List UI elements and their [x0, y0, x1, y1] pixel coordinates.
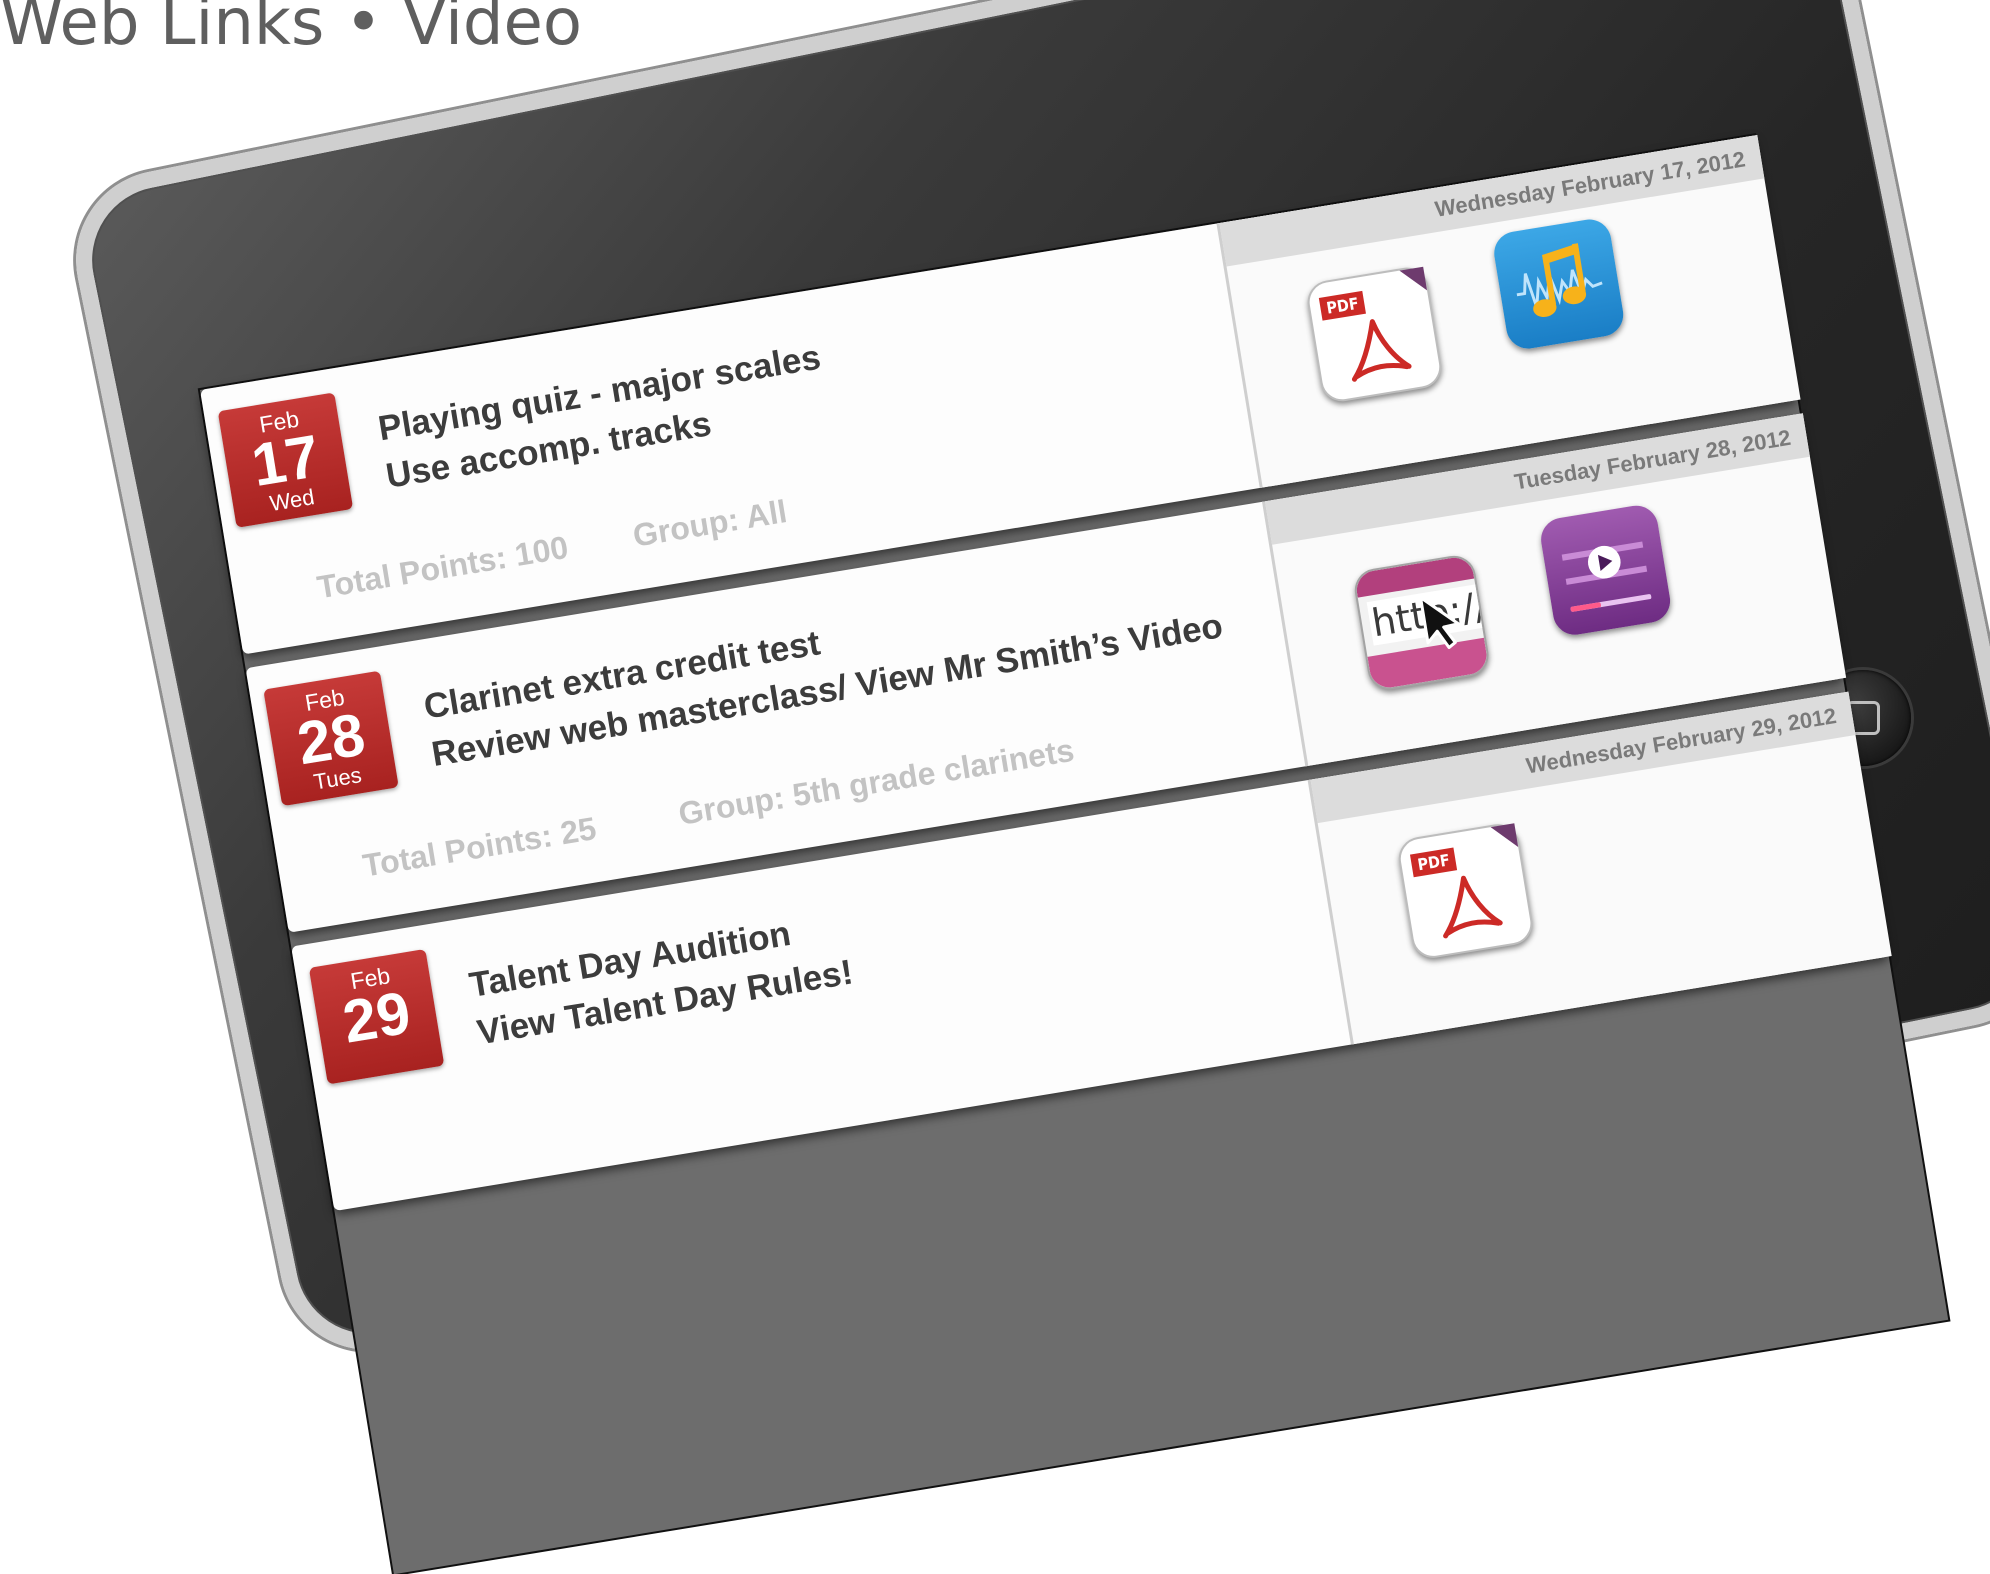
pdf-tab-label: PDF [1409, 847, 1458, 878]
video-icon[interactable] [1537, 502, 1674, 638]
web-link-icon[interactable]: http:// [1351, 552, 1492, 693]
play-icon [1561, 541, 1652, 612]
music-icon[interactable] [1490, 216, 1627, 352]
group-label: Group: All [630, 493, 790, 554]
pdf-corner [1399, 266, 1428, 295]
date-badge: Feb 29 [308, 948, 445, 1085]
attachment-icons: http:// [1350, 491, 1805, 693]
pdf-icon[interactable]: PDF [1304, 264, 1445, 405]
attachment-icons: PDF [1304, 213, 1759, 412]
date-badge: Feb 17 Wed [217, 392, 354, 528]
page-heading: Web Links • Video [0, 0, 583, 60]
pdf-tab-label: PDF [1318, 290, 1367, 321]
pdf-icon[interactable]: PDF [1395, 821, 1536, 962]
date-badge: Feb 28 Tues [263, 670, 399, 807]
attachment-icons: PDF [1395, 770, 1851, 969]
acrobat-swoosh-icon [1351, 319, 1412, 382]
music-note-icon [1516, 243, 1603, 317]
total-points: Total Points: 100 [314, 528, 571, 606]
group-label: Group: 5th grade clarinets [675, 731, 1077, 832]
acrobat-swoosh-icon [1443, 875, 1503, 939]
pdf-corner [1490, 823, 1519, 851]
total-points: Total Points: 25 [360, 810, 599, 884]
assignments-screen: Feb 17 Wed Playing quiz - major scales U… [200, 134, 1949, 1574]
